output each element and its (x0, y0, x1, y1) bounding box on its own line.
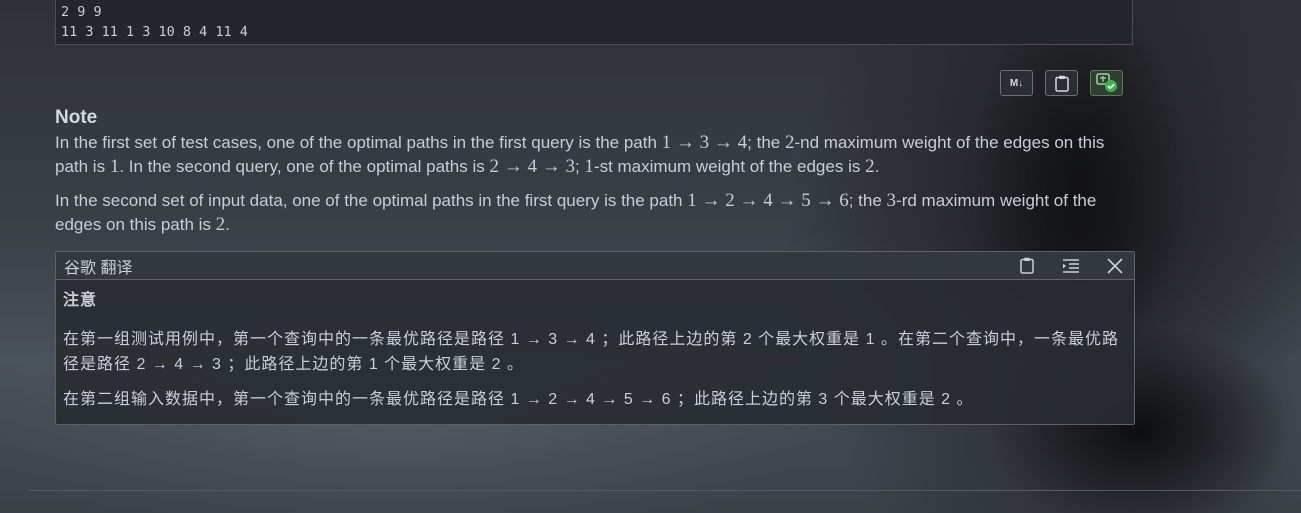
math-expression: 1 (109, 156, 120, 177)
translation-format-button[interactable] (1060, 255, 1082, 277)
math-expression: 1 → 2 → 4 → 5 → 6 (687, 190, 849, 211)
note-text: ; the (848, 191, 887, 210)
math-expression: 2 (215, 214, 226, 235)
translation-copy-button[interactable] (1016, 255, 1038, 277)
translation-header: 谷歌 翻译 (56, 252, 1134, 280)
note-text: . (225, 215, 230, 234)
note-text: ; the (747, 133, 785, 152)
math-expression: 3 (886, 190, 897, 211)
note-text: -st maximum weight of the edges is (593, 157, 866, 176)
note-text: In the second set of input data, one of … (55, 191, 688, 210)
translate-check-icon (1095, 73, 1117, 92)
note-section: Note In the first set of test cases, one… (55, 106, 1130, 247)
translation-title: 注意 (63, 292, 98, 309)
markdown-button[interactable]: M↓ (1000, 70, 1033, 96)
note-toolbar: M↓ (1000, 70, 1123, 96)
note-text: . (874, 157, 880, 176)
markdown-icon: M↓ (1009, 77, 1024, 89)
translate-button[interactable] (1090, 70, 1123, 96)
translation-close-button[interactable] (1104, 255, 1126, 277)
sample-output-code-block: 2 9 9 11 3 11 1 3 10 8 4 11 4 (55, 0, 1133, 45)
translation-paragraph-2: 在第二组输入数据中，第一个查询中的一条最优路径是路径 1 → 2 → 4 → 5… (63, 391, 974, 408)
note-title: Note (55, 107, 98, 128)
math-expression: 2 → 4 → 3 (489, 156, 575, 177)
translation-body: 注意 在第一组测试用例中，第一个查询中的一条最优路径是路径 1 → 3 → 4 … (56, 280, 1134, 430)
divider (28, 490, 1301, 491)
math-expression: 1 (584, 156, 594, 177)
code-line: 11 3 11 1 3 10 8 4 11 4 (61, 24, 248, 40)
code-line: 2 9 9 (61, 4, 102, 20)
math-expression: 2 (865, 156, 875, 177)
note-paragraph-2: In the second set of input data, one of … (55, 189, 1130, 237)
copy-button[interactable] (1045, 70, 1078, 96)
close-icon (1107, 257, 1123, 274)
indent-icon (1063, 258, 1079, 273)
note-text: In the first set of test cases, one of t… (55, 133, 662, 152)
math-expression: 1 → 3 → 4 (661, 132, 748, 153)
translation-paragraph-1: 在第一组测试用例中，第一个查询中的一条最优路径是路径 1 → 3 → 4 ；此路… (63, 331, 1119, 373)
note-paragraph-1: In the first set of test cases, one of t… (55, 131, 1130, 179)
translation-actions (1016, 255, 1126, 277)
note-text: . In the second query, one of the optima… (119, 157, 490, 176)
translation-panel: 谷歌 翻译 注意 在第一组测试用例中，第一个查询中的一条最优路径是路径 1 → … (55, 251, 1135, 425)
note-text: ; (574, 157, 585, 176)
translation-provider-label: 谷歌 翻译 (64, 259, 133, 277)
clipboard-icon (1054, 75, 1069, 92)
clipboard-icon (1020, 257, 1034, 274)
